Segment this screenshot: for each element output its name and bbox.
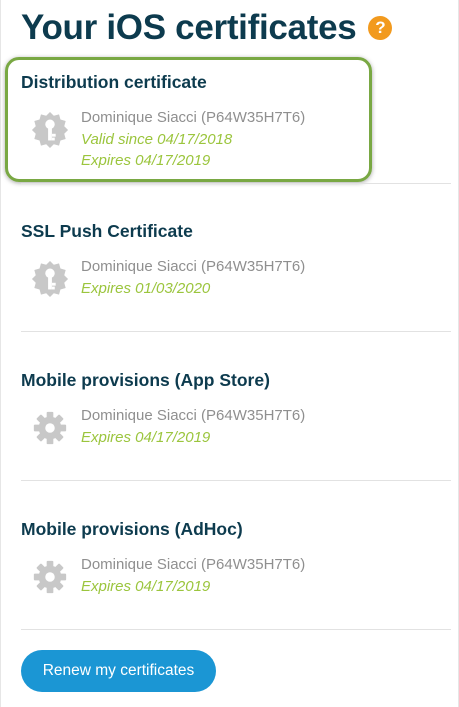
renew-certificates-button[interactable]: Renew my certificates [21, 650, 216, 692]
divider [21, 480, 451, 481]
provision-entry: Dominique Siacci (P64W35H7T6) Expires 04… [21, 554, 451, 620]
gear-icon [33, 411, 67, 445]
section-ssl-push-certificate: SSL Push Certificate Dominique Siacci (P… [21, 221, 451, 322]
certificate-details: Dominique Siacci (P64W35H7T6) Expires 01… [81, 256, 305, 299]
provision-entry: Dominique Siacci (P64W35H7T6) Expires 04… [21, 405, 451, 471]
provision-details: Dominique Siacci (P64W35H7T6) Expires 04… [81, 554, 305, 597]
key-certificate-icon [31, 260, 69, 298]
page-title: Your iOS certificates [21, 8, 357, 47]
section-title: Mobile provisions (AdHoc) [21, 519, 243, 539]
section-title: Mobile provisions (App Store) [21, 370, 270, 390]
gear-icon [33, 560, 67, 594]
header: Your iOS certificates ? [21, 8, 393, 48]
provision-owner: Dominique Siacci (P64W35H7T6) [81, 407, 306, 424]
expiry-date: Expires 01/03/2020 [81, 279, 211, 297]
certificate-owner: Dominique Siacci (P64W35H7T6) [81, 258, 306, 275]
provision-details: Dominique Siacci (P64W35H7T6) Expires 04… [81, 405, 305, 448]
section-mobile-provisions-app-store: Mobile provisions (App Store) Dominique [21, 370, 451, 471]
certificate-entry: Dominique Siacci (P64W35H7T6) Expires 01… [21, 256, 451, 322]
provision-owner: Dominique Siacci (P64W35H7T6) [81, 556, 306, 573]
certificates-panel: Your iOS certificates ? Distribution cer… [0, 0, 459, 707]
section-title: SSL Push Certificate [21, 221, 193, 241]
help-icon[interactable]: ? [368, 16, 393, 40]
highlight-box [5, 57, 372, 182]
expiry-date: Expires 04/17/2019 [81, 577, 211, 595]
divider [21, 331, 451, 332]
divider [21, 629, 451, 630]
divider [21, 183, 451, 184]
section-mobile-provisions-adhoc: Mobile provisions (AdHoc) Dominique Siac [21, 519, 451, 620]
expiry-date: Expires 04/17/2019 [81, 428, 211, 446]
